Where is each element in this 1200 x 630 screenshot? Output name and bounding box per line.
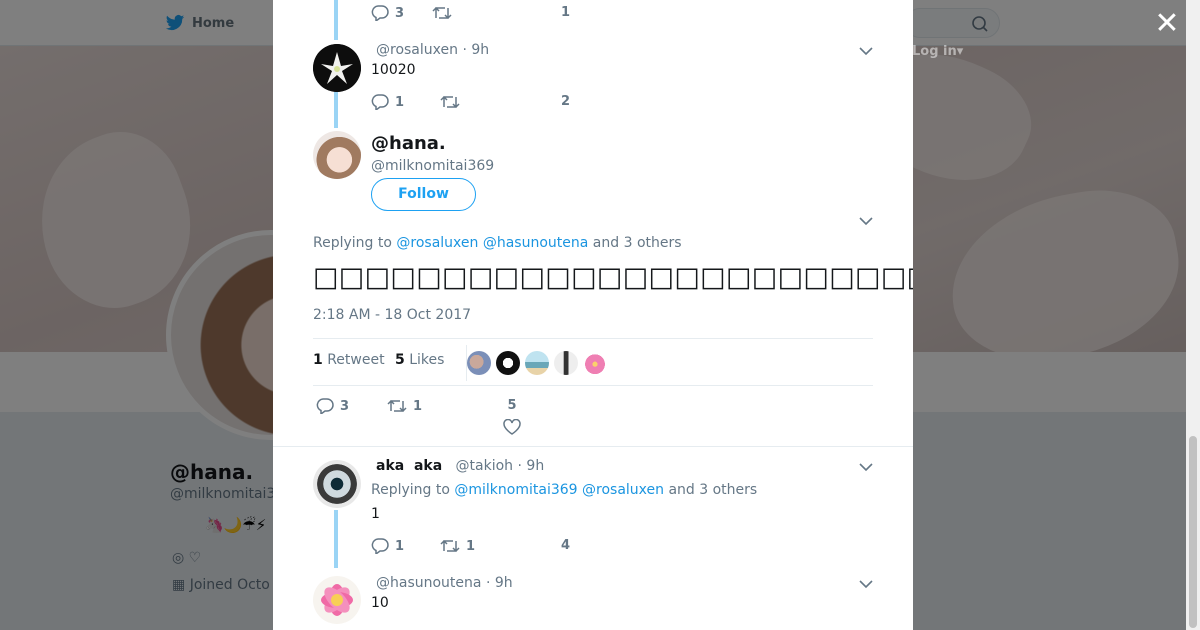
login-label: Log in xyxy=(912,44,957,59)
reply-icon xyxy=(371,538,389,554)
reply-button[interactable]: 1 xyxy=(371,94,404,110)
retweet-button[interactable] xyxy=(432,5,458,21)
heart-icon xyxy=(503,419,521,435)
reply-icon xyxy=(371,5,389,21)
reply-count: 1 xyxy=(395,538,405,554)
close-icon[interactable]: ✕ xyxy=(1153,9,1181,39)
likes-label: Likes xyxy=(409,352,445,368)
tweet-meta: @hasunoutena · 9h xyxy=(376,575,513,591)
reply-button[interactable]: 3 xyxy=(371,5,404,21)
tweet-actions: 1 2 xyxy=(371,94,570,110)
avatar-milknomitai369[interactable] xyxy=(313,131,361,179)
liker-avatar[interactable] xyxy=(554,351,578,375)
liker-avatar[interactable] xyxy=(496,351,520,375)
like-button[interactable]: 2 xyxy=(561,94,570,109)
main-tweet-timestamp[interactable]: 2:18 AM - 18 Oct 2017 xyxy=(313,307,471,323)
retweets-label: Retweet xyxy=(327,352,385,368)
main-tweet-name[interactable]: @hana. xyxy=(371,133,446,154)
chevron-down-icon[interactable] xyxy=(859,462,873,472)
mention-link[interactable]: @milknomitai369 xyxy=(454,482,577,498)
thread-line xyxy=(334,92,338,128)
reply-button[interactable]: 3 xyxy=(316,398,349,414)
chevron-down-icon[interactable] xyxy=(859,216,873,226)
likes-stat[interactable]: 5 Likes xyxy=(395,352,444,368)
tweet-stats: 1 Retweet 5 Likes xyxy=(313,338,873,386)
like-count: 5 xyxy=(507,398,517,413)
reply-button[interactable]: 1 xyxy=(371,538,404,554)
retweet-icon xyxy=(387,399,407,413)
thread-line xyxy=(334,0,338,40)
tweet-handle[interactable]: @rosaluxen xyxy=(376,42,458,58)
retweet-count: 1 xyxy=(466,538,476,554)
tweet-modal: 3 1 @rosaluxen · 9h 10020 1 2 @hana. @mi… xyxy=(273,0,913,630)
retweet-button[interactable]: 1 xyxy=(387,398,422,414)
like-count: 1 xyxy=(561,5,571,20)
thread-line xyxy=(334,510,338,568)
retweet-button[interactable] xyxy=(440,94,466,110)
replying-suffix[interactable]: and 3 others xyxy=(593,235,682,251)
tweet-text: 10020 xyxy=(371,62,416,78)
replying-prefix: Replying to xyxy=(371,482,450,498)
lily-icon xyxy=(313,44,361,92)
retweet-count: 1 xyxy=(413,398,423,414)
replying-to: Replying to @rosaluxen @hasunoutena and … xyxy=(313,235,682,251)
divider xyxy=(273,446,913,447)
tweet-handle[interactable]: @takioh xyxy=(456,458,514,474)
reply-count: 1 xyxy=(395,94,405,110)
login-link[interactable]: Log in▾ xyxy=(912,44,963,59)
retweet-icon xyxy=(432,6,452,20)
chevron-down-icon[interactable] xyxy=(859,579,873,589)
tweet-time[interactable]: 9h xyxy=(471,42,489,58)
like-button[interactable]: 4 xyxy=(561,538,570,553)
tweet-actions: 1 1 4 xyxy=(371,538,570,554)
scrollbar[interactable] xyxy=(1186,0,1200,630)
avatar-takioh[interactable] xyxy=(313,460,361,508)
reply-count: 3 xyxy=(395,5,405,21)
replying-to: Replying to @milknomitai369 @rosaluxen a… xyxy=(371,482,757,498)
mention-link[interactable]: @rosaluxen xyxy=(582,482,664,498)
avatar-rosaluxen[interactable] xyxy=(313,44,361,92)
chevron-down-icon[interactable] xyxy=(859,46,873,56)
lotus-icon xyxy=(313,576,361,624)
main-tweet-actions: 3 1 5 xyxy=(316,398,521,435)
like-button[interactable]: 5 xyxy=(503,398,521,435)
reply-count: 3 xyxy=(340,398,350,414)
liker-avatar[interactable] xyxy=(467,351,491,375)
liker-avatar[interactable] xyxy=(525,351,549,375)
tweet-time[interactable]: 9h xyxy=(526,458,544,474)
follow-button[interactable]: Follow xyxy=(371,178,476,211)
retweet-icon xyxy=(440,539,460,553)
main-tweet-text: □□□□□□□□□□□□□□□□□□□□□□□□□□□□□□□□ xyxy=(313,262,913,293)
scrollbar-thumb[interactable] xyxy=(1189,436,1197,628)
replying-suffix[interactable]: and 3 others xyxy=(668,482,757,498)
retweet-icon xyxy=(440,95,460,109)
reply-icon xyxy=(371,94,389,110)
like-button[interactable]: 1 xyxy=(561,5,570,20)
like-count: 2 xyxy=(561,94,571,109)
tweet-text: 10 xyxy=(371,595,389,611)
mention-link[interactable]: @rosaluxen xyxy=(396,235,478,251)
tweet-handle[interactable]: @hasunoutena xyxy=(376,575,482,591)
like-count: 4 xyxy=(561,538,571,553)
replying-prefix: Replying to xyxy=(313,235,392,251)
tweet-meta: aka aka @takioh · 9h xyxy=(376,458,545,474)
tweet-name[interactable]: aka aka xyxy=(376,458,442,474)
tweet-meta: @rosaluxen · 9h xyxy=(376,42,490,58)
tweet-text: 1 xyxy=(371,506,380,522)
chevron-down-icon: ▾ xyxy=(956,44,964,59)
tweet-time[interactable]: 9h xyxy=(495,575,513,591)
tweet-actions: 3 1 xyxy=(371,5,570,21)
retweets-stat[interactable]: 1 Retweet xyxy=(313,352,385,368)
likes-num: 5 xyxy=(395,352,405,368)
retweets-num: 1 xyxy=(313,352,323,368)
retweet-button[interactable]: 1 xyxy=(440,538,475,554)
liker-avatar[interactable] xyxy=(583,351,607,375)
reply-icon xyxy=(316,398,334,414)
avatar-hasunoutena[interactable] xyxy=(313,576,361,624)
main-tweet-handle[interactable]: @milknomitai369 xyxy=(371,158,494,174)
mention-link[interactable]: @hasunoutena xyxy=(483,235,589,251)
